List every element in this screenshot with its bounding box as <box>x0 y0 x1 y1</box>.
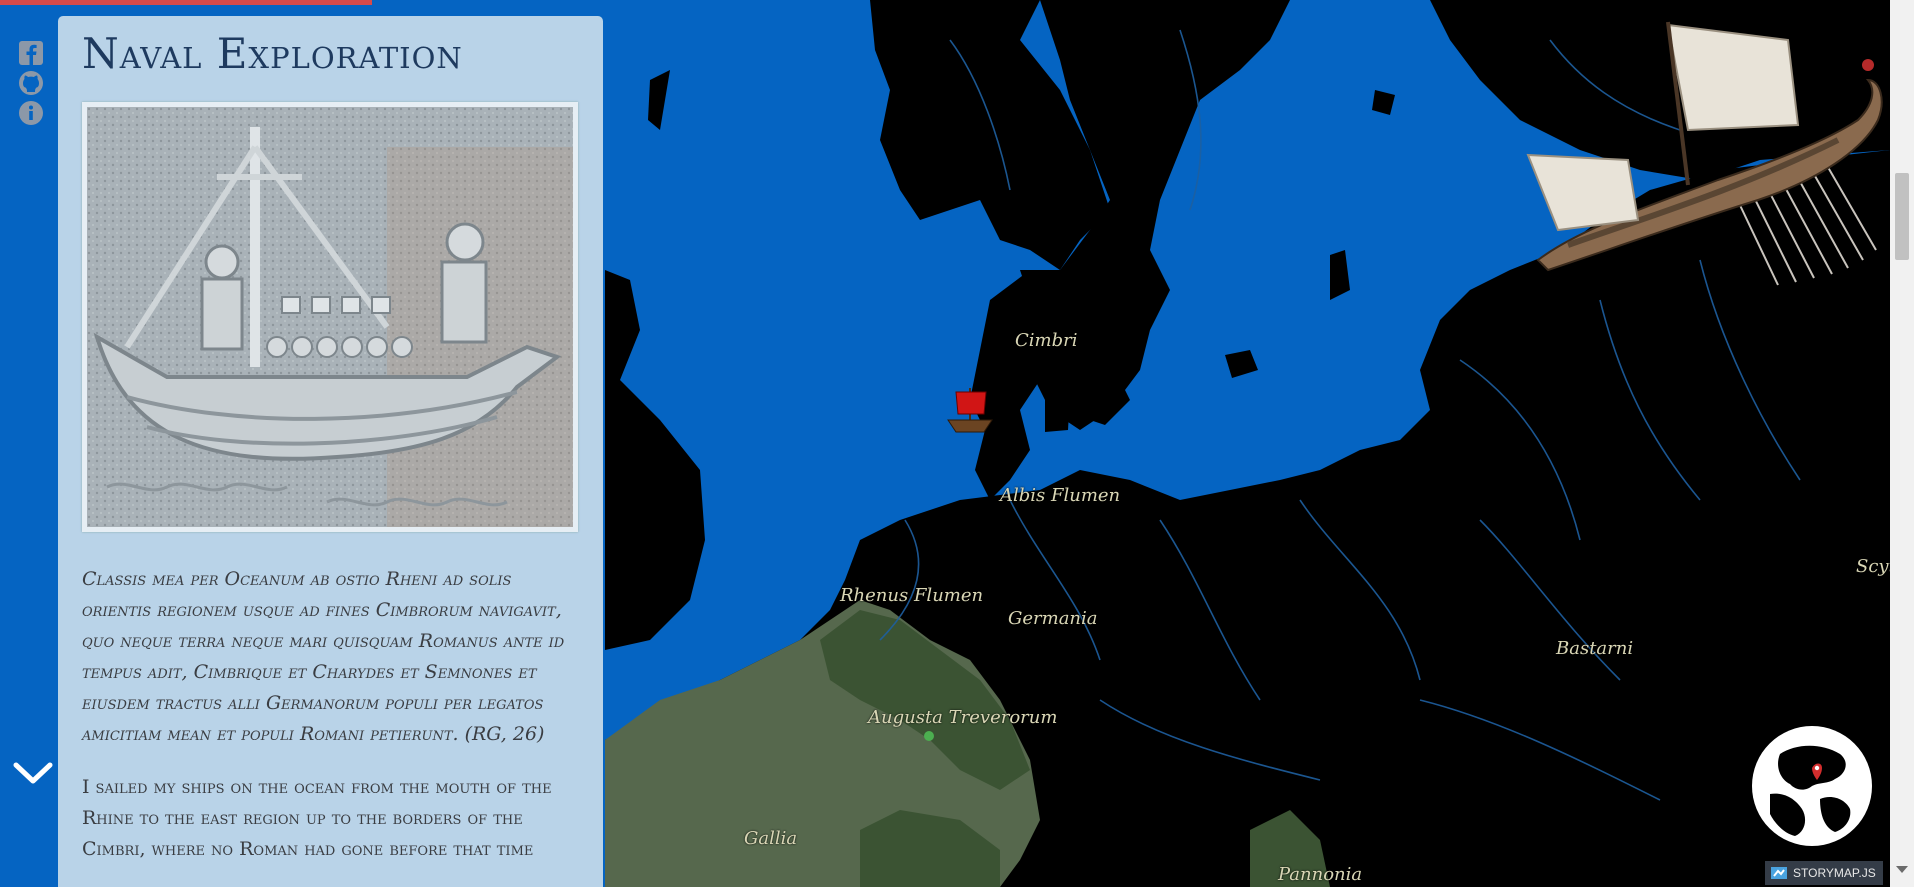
map-label-germania: Germania <box>1008 608 1098 629</box>
story-progress-bar <box>0 0 372 5</box>
storymap-logo-icon <box>1770 865 1788 881</box>
english-translation: I sailed my ships on the ocean from the … <box>82 776 552 860</box>
locator-globe <box>1750 724 1874 848</box>
map-label-cimbri: Cimbri <box>1015 330 1078 351</box>
story-slide-panel: Naval Exploration Classis mea per Oceanu… <box>58 16 603 887</box>
scrollbar-thumb[interactable] <box>1895 173 1909 260</box>
map-label-pannonia: Pannonia <box>1278 864 1363 885</box>
map-label-bastarni: Bastarni <box>1556 638 1634 659</box>
page-scrollbar[interactable] <box>1890 0 1914 887</box>
map-label-gallia: Gallia <box>744 828 798 849</box>
storymap-attribution[interactable]: STORYMAP.JS <box>1765 861 1883 885</box>
map-label-rhenus-flumen: Rhenus Flumen <box>840 585 984 606</box>
info-icon[interactable] <box>18 100 44 126</box>
scrollbar-down-arrow-icon[interactable] <box>1896 866 1908 873</box>
facebook-icon[interactable] <box>18 40 44 66</box>
storymap-label: STORYMAP.JS <box>1793 866 1876 880</box>
slide-title: Naval Exploration <box>82 29 463 78</box>
roman-ship-relief-image <box>82 102 578 532</box>
scroll-down-chevron-icon[interactable] <box>12 757 54 789</box>
latin-quote: Classis mea per Oceanum ab ostio Rheni a… <box>82 568 565 745</box>
map-label-albis-flumen: Albis Flumen <box>1000 485 1121 506</box>
map-label-augusta-treverorum: Augusta Treverorum <box>868 707 1058 728</box>
social-links <box>18 40 48 130</box>
trireme-ship-image <box>1518 10 1888 300</box>
github-icon[interactable] <box>18 70 44 96</box>
